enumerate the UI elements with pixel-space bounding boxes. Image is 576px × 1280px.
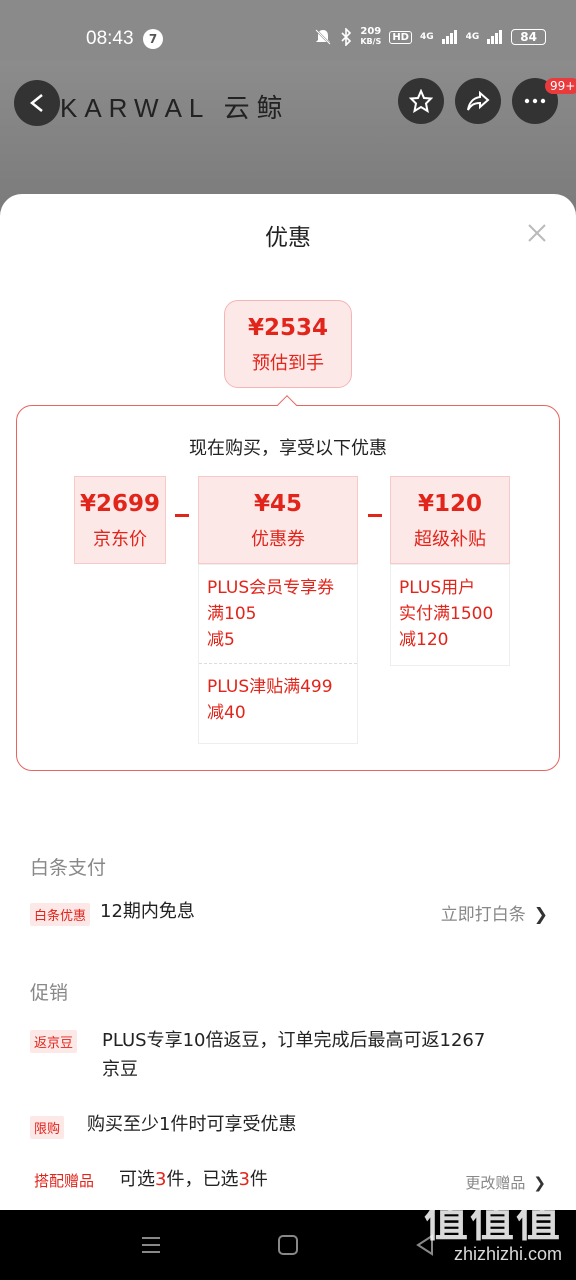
speed-value: 209 [360, 26, 382, 37]
gift-tag: 搭配赠品 [34, 1172, 95, 1190]
estimated-price: ¥2534 [247, 315, 329, 341]
back-arrow-icon [29, 94, 43, 112]
status-time: 08:43 [86, 28, 134, 49]
coupon-value: ¥45 [253, 491, 302, 517]
subsidy-cell: ¥120 超级补贴 [390, 476, 510, 564]
minus-sign [368, 514, 382, 517]
watermark-logo: 值值值 [424, 1196, 562, 1247]
promo-text-limit: 购买至少1件时可享受优惠 [87, 1114, 297, 1135]
more-dots-icon [524, 98, 546, 104]
gift-text: 可选3件，已选3件 [119, 1165, 268, 1194]
home-icon[interactable] [277, 1234, 299, 1256]
coupon-detail-line: 满105 [207, 604, 257, 624]
subsidy-detail-line: 减120 [399, 630, 449, 650]
baitiao-tag: 白条优惠 [30, 903, 91, 926]
subsidy-detail-line: 实付满1500 [399, 604, 494, 624]
estimated-price-card: ¥2534 预估到手 [224, 300, 352, 388]
promo-tag-jingdou: 返京豆 [30, 1030, 78, 1053]
mute-bell-icon [315, 29, 332, 45]
promo-text-jingdou: PLUS专享10倍返豆，订单完成后最高可返1267 京豆 [102, 1026, 546, 1084]
gift-count-selected: 3 [238, 1169, 250, 1190]
watermark: 值值值 zhizhizhi.com [424, 1200, 562, 1265]
coupon-label: 优惠券 [251, 529, 305, 550]
coupon-cell: ¥45 优惠券 [198, 476, 358, 564]
system-icons: 209 KB/S HD 4G 4G 84 [314, 27, 546, 47]
promo-tag-limit: 限购 [30, 1116, 65, 1139]
jd-price-cell: ¥2699 京东价 [74, 476, 166, 564]
promotions-section-title: 促销 [30, 982, 69, 1004]
back-button[interactable] [14, 80, 60, 126]
chevron-right-icon: ❯ [533, 1174, 546, 1192]
subsidy-details: PLUS用户 实付满1500 减120 [390, 564, 510, 666]
star-icon [409, 89, 433, 113]
subsidy-label: 超级补贴 [414, 529, 486, 550]
baitiao-action-link[interactable]: 立即打白条 ❯ [441, 900, 548, 925]
jd-price-label: 京东价 [93, 529, 147, 550]
minus-sign [175, 514, 189, 517]
promo-heading: 现在购买，享受以下优惠 [189, 438, 387, 459]
coupon-detail-line: PLUS津贴满499 [207, 677, 333, 697]
jd-price-value: ¥2699 [79, 491, 161, 517]
subsidy-detail-line: PLUS用户 [399, 578, 476, 598]
share-icon [467, 90, 490, 111]
message-badge: 99+ [545, 78, 576, 94]
discount-sheet: 优惠 ¥2534 预估到手 现在购买，享受以下优惠 ¥2699 京东价 ¥45 … [0, 194, 576, 1210]
gift-count-available: 3 [155, 1169, 167, 1190]
hd-badge: HD [389, 30, 412, 44]
detail-divider [199, 663, 357, 664]
share-button[interactable] [455, 78, 501, 124]
estimated-price-label: 预估到手 [252, 353, 324, 374]
notification-count: 7 [143, 29, 163, 49]
sheet-title: 优惠 [265, 225, 311, 251]
brand-logo: KARWAL 云鲸 [60, 93, 290, 123]
gift-mid: 件，已选 [166, 1169, 239, 1190]
signal-icon [441, 30, 457, 44]
speed-unit: KB/S [360, 37, 382, 46]
baitiao-text: 12期内免息 [100, 901, 195, 922]
coupon-detail-line: 减40 [207, 703, 246, 723]
coupon-detail-line: PLUS会员专享券 [207, 578, 335, 598]
gift-prefix: 可选 [119, 1169, 155, 1190]
signal-icon-2 [487, 30, 503, 44]
coupon-details: PLUS会员专享券 满105 减5 PLUS津贴满499 减40 [198, 564, 358, 744]
battery-indicator: 84 [511, 29, 546, 45]
favorite-button[interactable] [398, 78, 444, 124]
chevron-right-icon: ❯ [533, 905, 548, 925]
network-speed: 209 KB/S [360, 27, 381, 47]
promo-text-line: 京豆 [102, 1059, 138, 1080]
subsidy-value: ¥120 [417, 491, 482, 517]
baitiao-action-label: 立即打白条 [440, 905, 526, 925]
coupon-detail-line: 减5 [207, 630, 235, 650]
baitiao-section-title: 白条支付 [30, 857, 107, 879]
network-4g-label: 4G [419, 32, 434, 42]
change-gift-label: 更改赠品 [465, 1174, 526, 1192]
menu-icon[interactable] [140, 1234, 162, 1256]
promo-text-line: PLUS专享10倍返豆，订单完成后最高可返1267 [102, 1030, 486, 1051]
bluetooth-icon [341, 28, 352, 46]
close-icon[interactable] [526, 222, 548, 244]
change-gift-link[interactable]: 更改赠品 ❯ [465, 1172, 546, 1193]
gift-suffix: 件 [249, 1169, 268, 1190]
network-4g-label-2: 4G [465, 32, 480, 42]
watermark-url: zhizhizhi.com [453, 1244, 562, 1264]
